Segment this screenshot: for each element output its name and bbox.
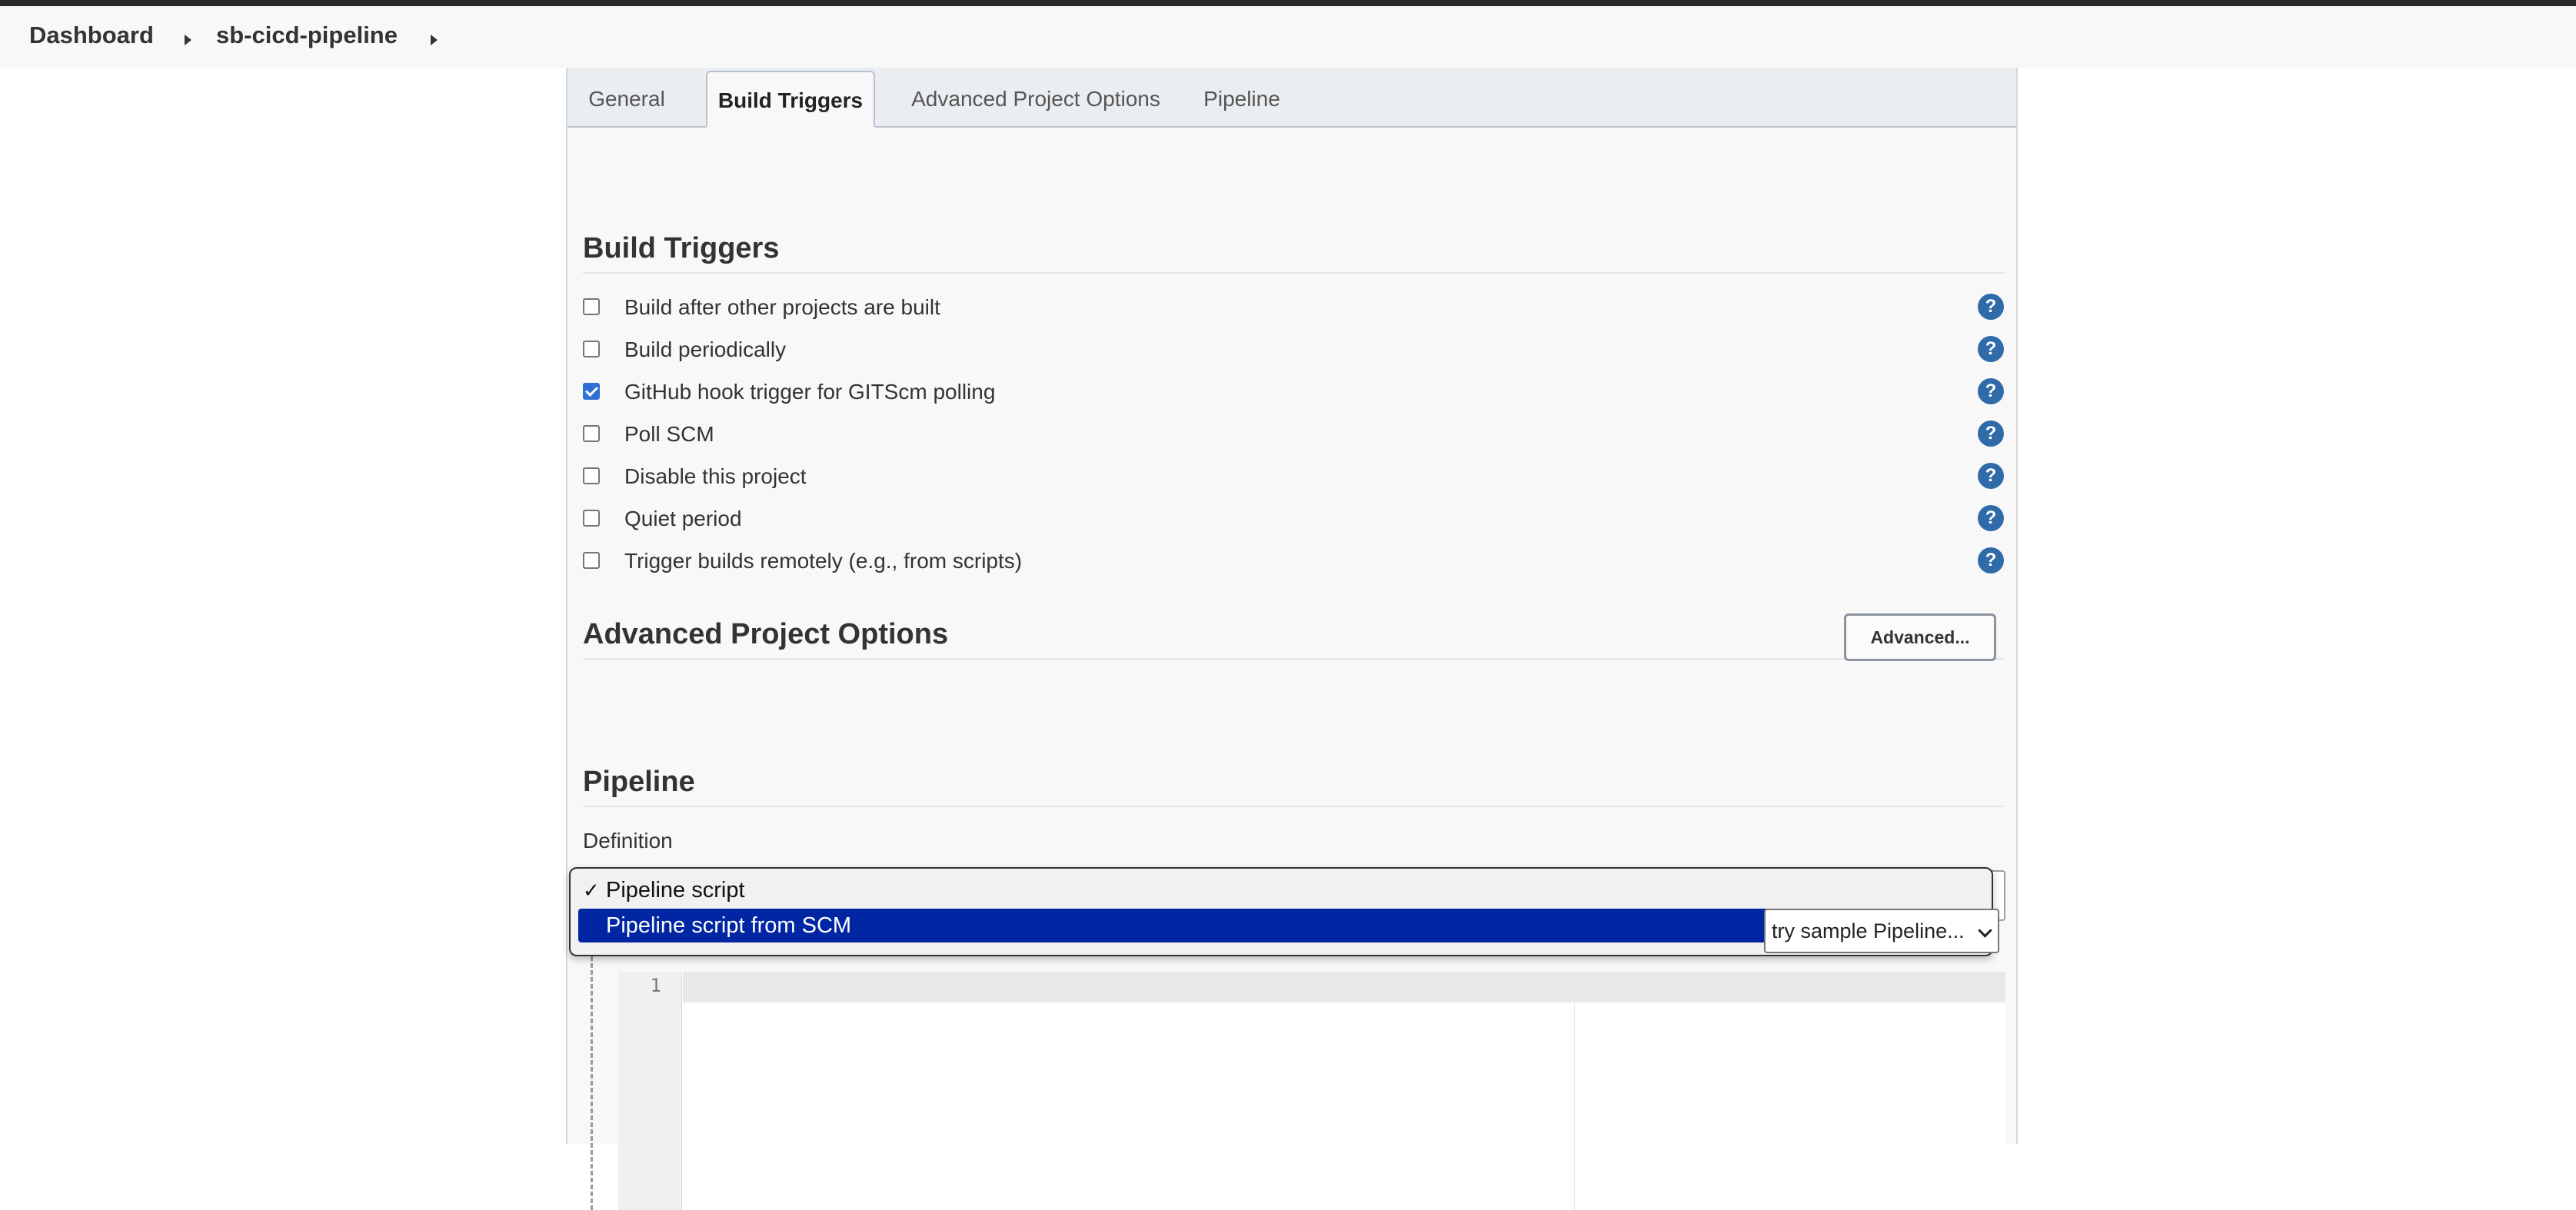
breadcrumb-dashboard[interactable]: Dashboard [29, 22, 154, 49]
checkmark-icon: ✓ [583, 879, 600, 902]
trigger-checkbox[interactable] [583, 298, 600, 315]
breadcrumb-project[interactable]: sb-cicd-pipeline [216, 22, 398, 49]
trigger-label[interactable]: Poll SCM [624, 422, 714, 447]
trigger-row: Build after other projects are built ? [583, 292, 2004, 329]
trigger-label[interactable]: Quiet period [624, 507, 742, 531]
sample-select-value: try sample Pipeline... [1772, 919, 1965, 942]
trigger-row: Poll SCM ? [583, 419, 2004, 456]
trigger-row: Build periodically ? [583, 334, 2004, 371]
definition-label: Definition [583, 829, 673, 853]
chevron-down-icon [1978, 923, 1992, 938]
help-icon[interactable]: ? [1978, 294, 2004, 320]
script-editor[interactable]: 1 [618, 972, 2005, 1210]
line-number: 1 [650, 975, 661, 996]
help-icon[interactable]: ? [1978, 505, 2004, 531]
tab-pipeline[interactable]: Pipeline [1192, 71, 1292, 128]
trigger-row: Quiet period ? [583, 504, 2004, 540]
option-label: Pipeline script [606, 878, 745, 903]
trigger-label[interactable]: Trigger builds remotely (e.g., from scri… [624, 549, 1022, 573]
help-icon[interactable]: ? [1978, 547, 2004, 573]
breadcrumb-bar: Dashboard sb-cicd-pipeline [0, 6, 2576, 68]
option-label: Pipeline script from SCM [606, 913, 852, 938]
tab-build-triggers[interactable]: Build Triggers [706, 71, 875, 128]
trigger-label[interactable]: Build after other projects are built [624, 295, 940, 320]
window-top-border [0, 0, 2576, 6]
trigger-row: Disable this project ? [583, 461, 2004, 498]
definition-option-pipeline-script[interactable]: ✓ Pipeline script [578, 873, 1984, 907]
trigger-checkbox[interactable] [583, 341, 600, 357]
breadcrumb-chevron-icon[interactable] [431, 35, 438, 45]
section-divider [583, 658, 2004, 660]
build-triggers-heading: Build Triggers [583, 232, 780, 264]
editor-active-line[interactable] [683, 972, 2005, 1002]
breadcrumb-chevron-icon[interactable] [185, 35, 191, 45]
trigger-label[interactable]: GitHub hook trigger for GITScm polling [624, 380, 995, 404]
try-sample-pipeline-select[interactable]: try sample Pipeline... [1764, 909, 1999, 953]
trigger-label[interactable]: Disable this project [624, 464, 807, 489]
trigger-checkbox-checked[interactable] [583, 383, 600, 400]
advanced-button[interactable]: Advanced... [1844, 613, 1996, 661]
help-icon[interactable]: ? [1978, 378, 2004, 404]
trigger-row: GitHub hook trigger for GITScm polling ? [583, 377, 2004, 414]
trigger-checkbox[interactable] [583, 467, 600, 484]
trigger-row: Trigger builds remotely (e.g., from scri… [583, 546, 2004, 583]
section-divider [583, 806, 2004, 807]
trigger-label[interactable]: Build periodically [624, 337, 786, 362]
help-icon[interactable]: ? [1978, 463, 2004, 489]
help-icon[interactable]: ? [1978, 421, 2004, 447]
editor-print-margin [1574, 1002, 1575, 1210]
trigger-checkbox[interactable] [583, 510, 600, 527]
config-panel: General Build Triggers Advanced Project … [566, 68, 2018, 1210]
config-tabs: General Build Triggers Advanced Project … [567, 68, 2016, 128]
tab-advanced-project-options[interactable]: Advanced Project Options [903, 71, 1169, 128]
pipeline-heading: Pipeline [583, 766, 695, 798]
editor-gutter: 1 [618, 972, 682, 1210]
trigger-checkbox[interactable] [583, 552, 600, 569]
script-block-indicator [591, 956, 593, 1210]
trigger-checkbox[interactable] [583, 425, 600, 442]
section-divider [583, 272, 2004, 274]
help-icon[interactable]: ? [1978, 336, 2004, 362]
advanced-options-heading: Advanced Project Options [583, 618, 949, 650]
tab-general[interactable]: General [583, 71, 671, 128]
